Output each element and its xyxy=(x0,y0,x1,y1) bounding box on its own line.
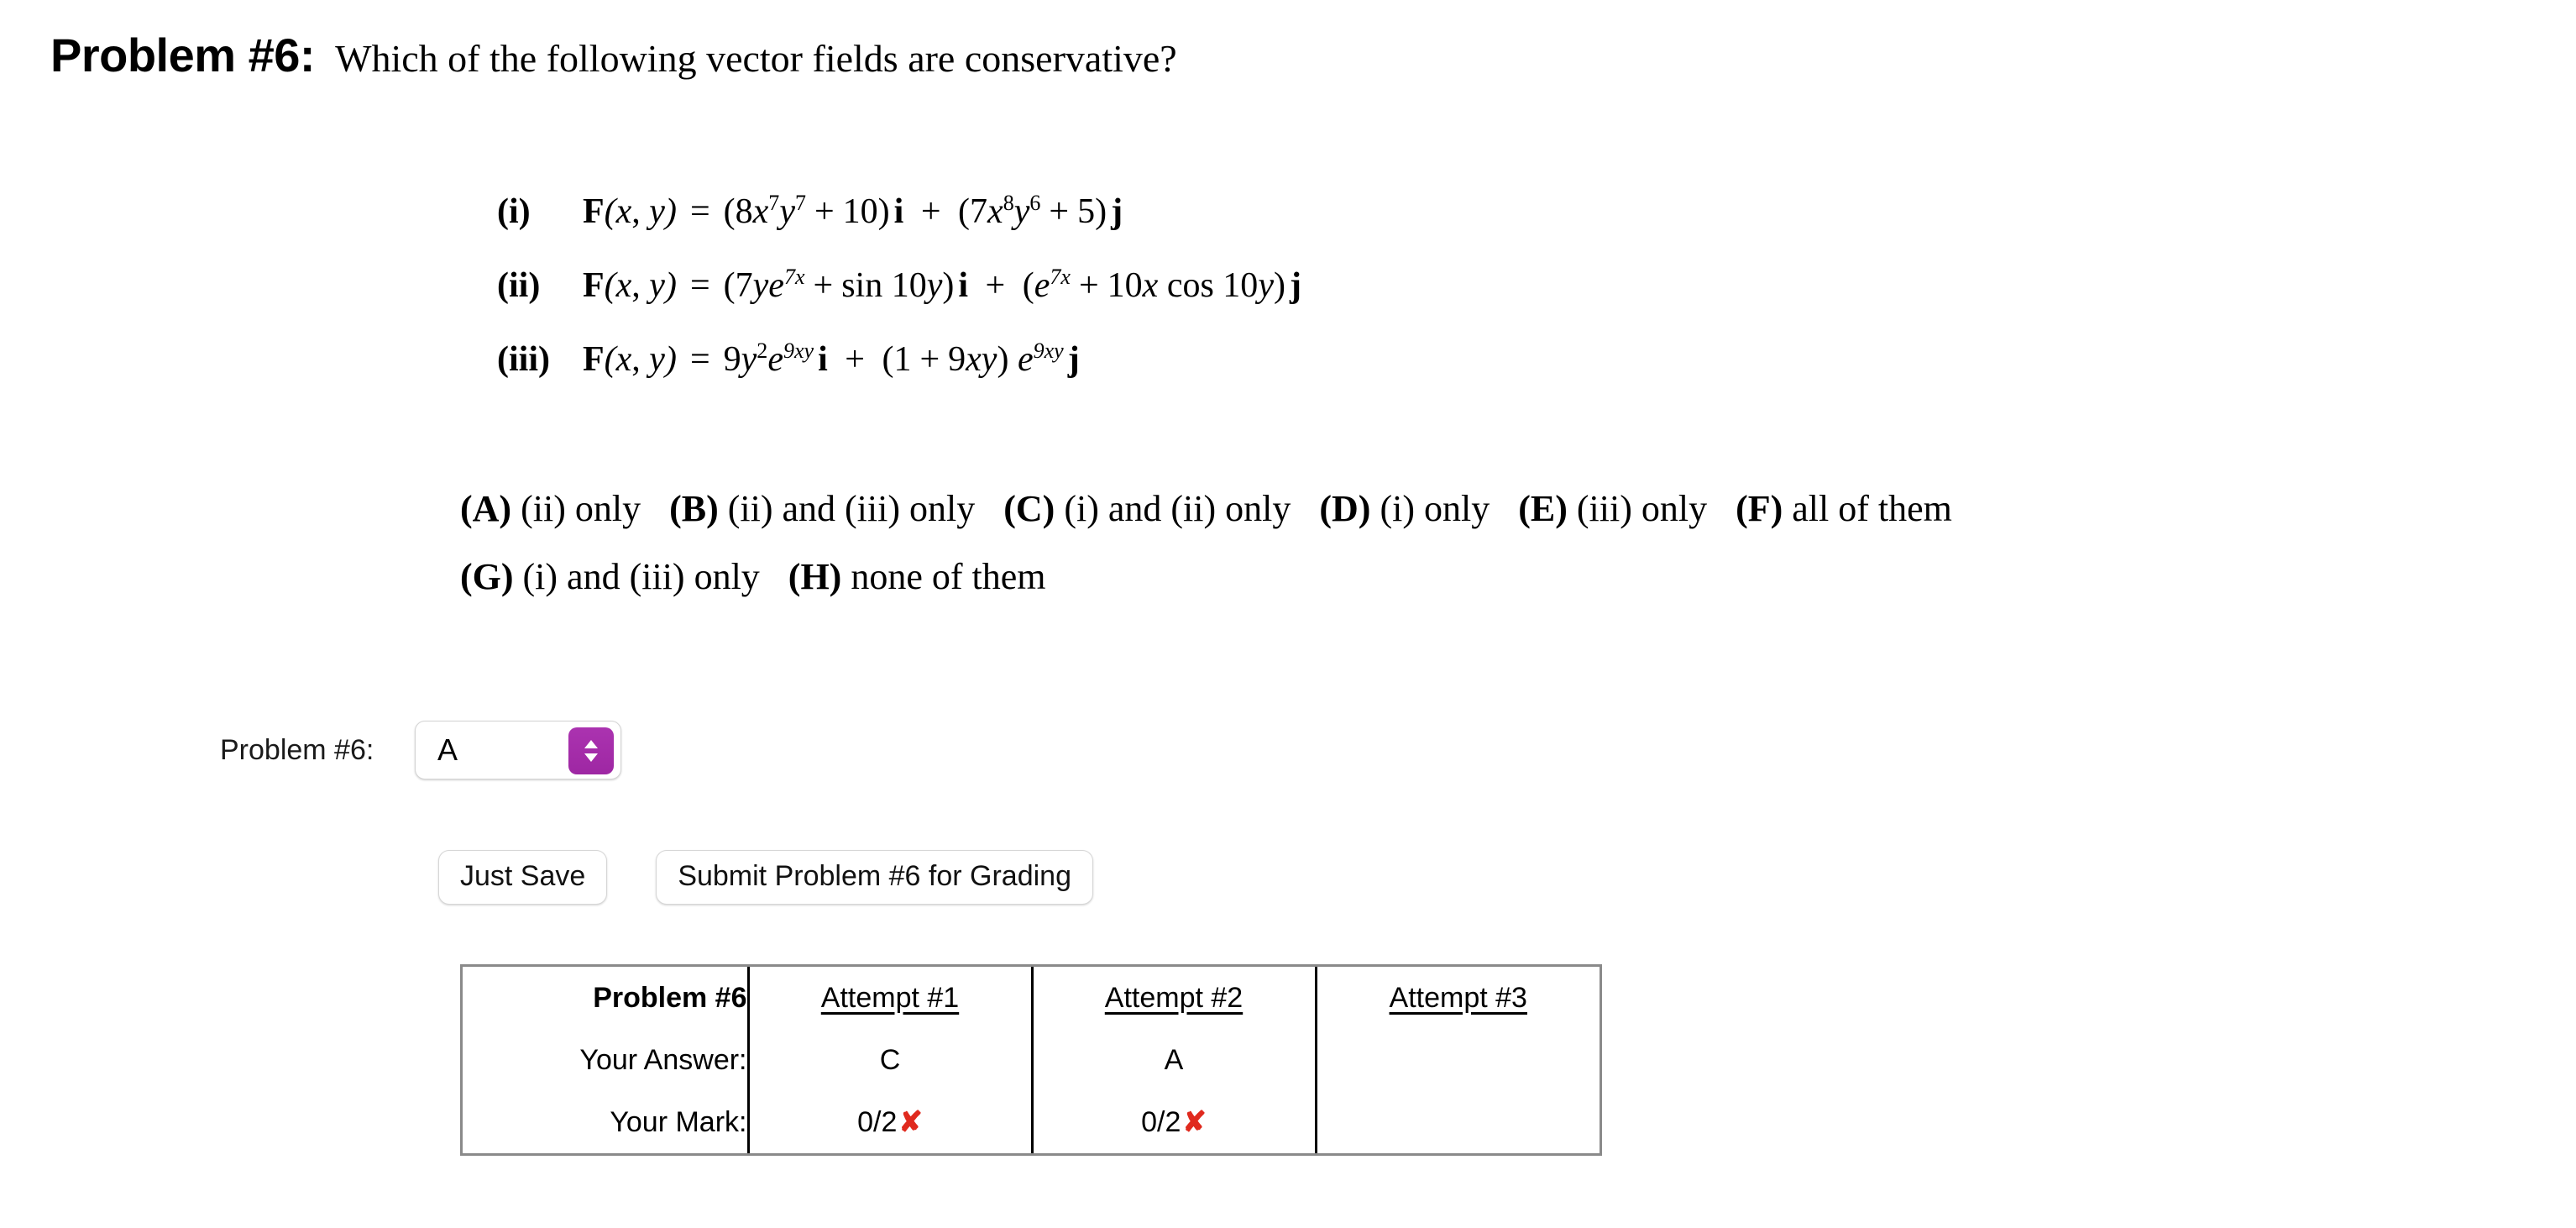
chevron-up-down-icon[interactable] xyxy=(568,727,614,774)
option-f: (F) all of them xyxy=(1736,485,1952,532)
your-answer-attempt-1: C xyxy=(748,1029,1034,1091)
your-mark-label: Your Mark: xyxy=(610,1105,747,1138)
problem-header: Problem #6: Which of the following vecto… xyxy=(50,32,1177,79)
your-mark-attempt-3 xyxy=(1316,1091,1600,1153)
your-answer-attempt-3 xyxy=(1316,1029,1600,1091)
attempt-1-header: Attempt #1 xyxy=(820,981,960,1014)
option-b-text: (ii) and (iii) only xyxy=(727,488,976,529)
option-e-letter: (E) xyxy=(1518,488,1568,529)
table-row-your-answer: Your Answer: C A xyxy=(463,1029,1600,1091)
option-h-letter: (H) xyxy=(788,556,842,597)
your-mark-attempt-2: 0/2✘ xyxy=(1032,1091,1317,1153)
option-c-letter: (C) xyxy=(1003,488,1055,529)
wrong-mark-icon: ✘ xyxy=(898,1106,923,1138)
your-mark-attempt-1-value: 0/2 xyxy=(857,1106,898,1138)
your-mark-attempt-2-value: 0/2 xyxy=(1141,1106,1181,1138)
table-row-your-mark: Your Mark: 0/2✘ 0/2✘ xyxy=(463,1091,1600,1153)
option-c: (C) (i) and (ii) only xyxy=(1003,485,1291,532)
option-row-1: (A) (ii) only (B) (ii) and (iii) only (C) … xyxy=(460,485,1981,532)
attempt-1-header-cell: Attempt #1 xyxy=(748,967,1034,1029)
page-title: Problem #6: xyxy=(50,29,316,81)
vector-field-item-iii: (iii) F(x, y) = 9y2e9xy i + (1 +9xy) e9xy j xyxy=(497,323,1301,396)
option-g: (G) (i) and (iii) only xyxy=(460,554,760,600)
results-title-cell: Problem #6 xyxy=(463,967,750,1029)
just-save-button[interactable]: Just Save xyxy=(438,850,608,905)
option-f-letter: (F) xyxy=(1736,488,1783,529)
option-g-text: (i) and (iii) only xyxy=(522,556,760,597)
answer-input-row: Problem #6: A xyxy=(220,721,621,779)
vector-field-item-i: (i) F(x, y) = (8x7y7 +10) i + (7x8y6 +5) j xyxy=(497,175,1301,249)
submit-for-grading-button[interactable]: Submit Problem #6 for Grading xyxy=(656,850,1093,905)
vector-field-item-ii: (ii) F(x, y) = (7ye7x + sin 10y) i + (e7x +10x … xyxy=(497,249,1301,323)
your-mark-label-cell: Your Mark: xyxy=(463,1091,750,1153)
attempt-3-header-cell: Attempt #3 xyxy=(1316,967,1600,1029)
option-b-letter: (B) xyxy=(669,488,719,529)
your-answer-attempt-1-value: C xyxy=(879,1043,901,1076)
option-a: (A) (ii) only xyxy=(460,485,641,532)
option-a-text: (ii) only xyxy=(521,488,641,529)
option-f-text: all of them xyxy=(1792,488,1952,529)
option-a-letter: (A) xyxy=(460,488,512,529)
table-row-header: Problem #6 Attempt #1 Attempt #2 Attempt… xyxy=(463,967,1600,1029)
results-title: Problem #6 xyxy=(593,981,747,1014)
question-text: Which of the following vector fields are… xyxy=(335,37,1177,80)
vector-field-list: (i) F(x, y) = (8x7y7 +10) i + (7x8y6 +5) j (ii)… xyxy=(497,175,1301,396)
answer-label: Problem #6: xyxy=(220,733,374,766)
wrong-mark-icon: ✘ xyxy=(1182,1106,1207,1138)
your-answer-attempt-2: A xyxy=(1032,1029,1317,1091)
option-e: (E) (iii) only xyxy=(1518,485,1707,532)
option-e-text: (iii) only xyxy=(1576,488,1708,529)
option-row-2: (G) (i) and (iii) only (H) none of them xyxy=(460,554,1981,600)
item-tag-i: (i) xyxy=(497,192,531,231)
attempt-3-header: Attempt #3 xyxy=(1389,981,1527,1014)
option-h: (H) none of them xyxy=(788,554,1046,600)
item-tag-iii: (iii) xyxy=(497,340,550,379)
option-b: (B) (ii) and (iii) only xyxy=(669,485,975,532)
attempt-2-header-cell: Attempt #2 xyxy=(1032,967,1317,1029)
your-answer-label-cell: Your Answer: xyxy=(463,1029,750,1091)
option-d-letter: (D) xyxy=(1319,488,1371,529)
results-table: Problem #6 Attempt #1 Attempt #2 Attempt… xyxy=(460,964,1602,1156)
form-buttons: Just Save Submit Problem #6 for Grading xyxy=(438,850,1093,905)
your-answer-attempt-2-value: A xyxy=(1164,1043,1184,1076)
option-c-text: (i) and (ii) only xyxy=(1064,488,1291,529)
answer-options: (A) (ii) only (B) (ii) and (iii) only (C) … xyxy=(460,485,1981,622)
attempt-2-header: Attempt #2 xyxy=(1104,981,1243,1014)
option-d-text: (i) only xyxy=(1380,488,1490,529)
item-tag-ii: (ii) xyxy=(497,266,541,305)
option-d: (D) (i) only xyxy=(1319,485,1490,532)
option-h-text: none of them xyxy=(851,556,1046,597)
your-mark-attempt-1: 0/2✘ xyxy=(748,1091,1034,1153)
your-answer-label: Your Answer: xyxy=(579,1043,747,1076)
option-g-letter: (G) xyxy=(460,556,514,597)
answer-select[interactable]: A xyxy=(415,721,621,779)
answer-select-value: A xyxy=(437,732,458,767)
